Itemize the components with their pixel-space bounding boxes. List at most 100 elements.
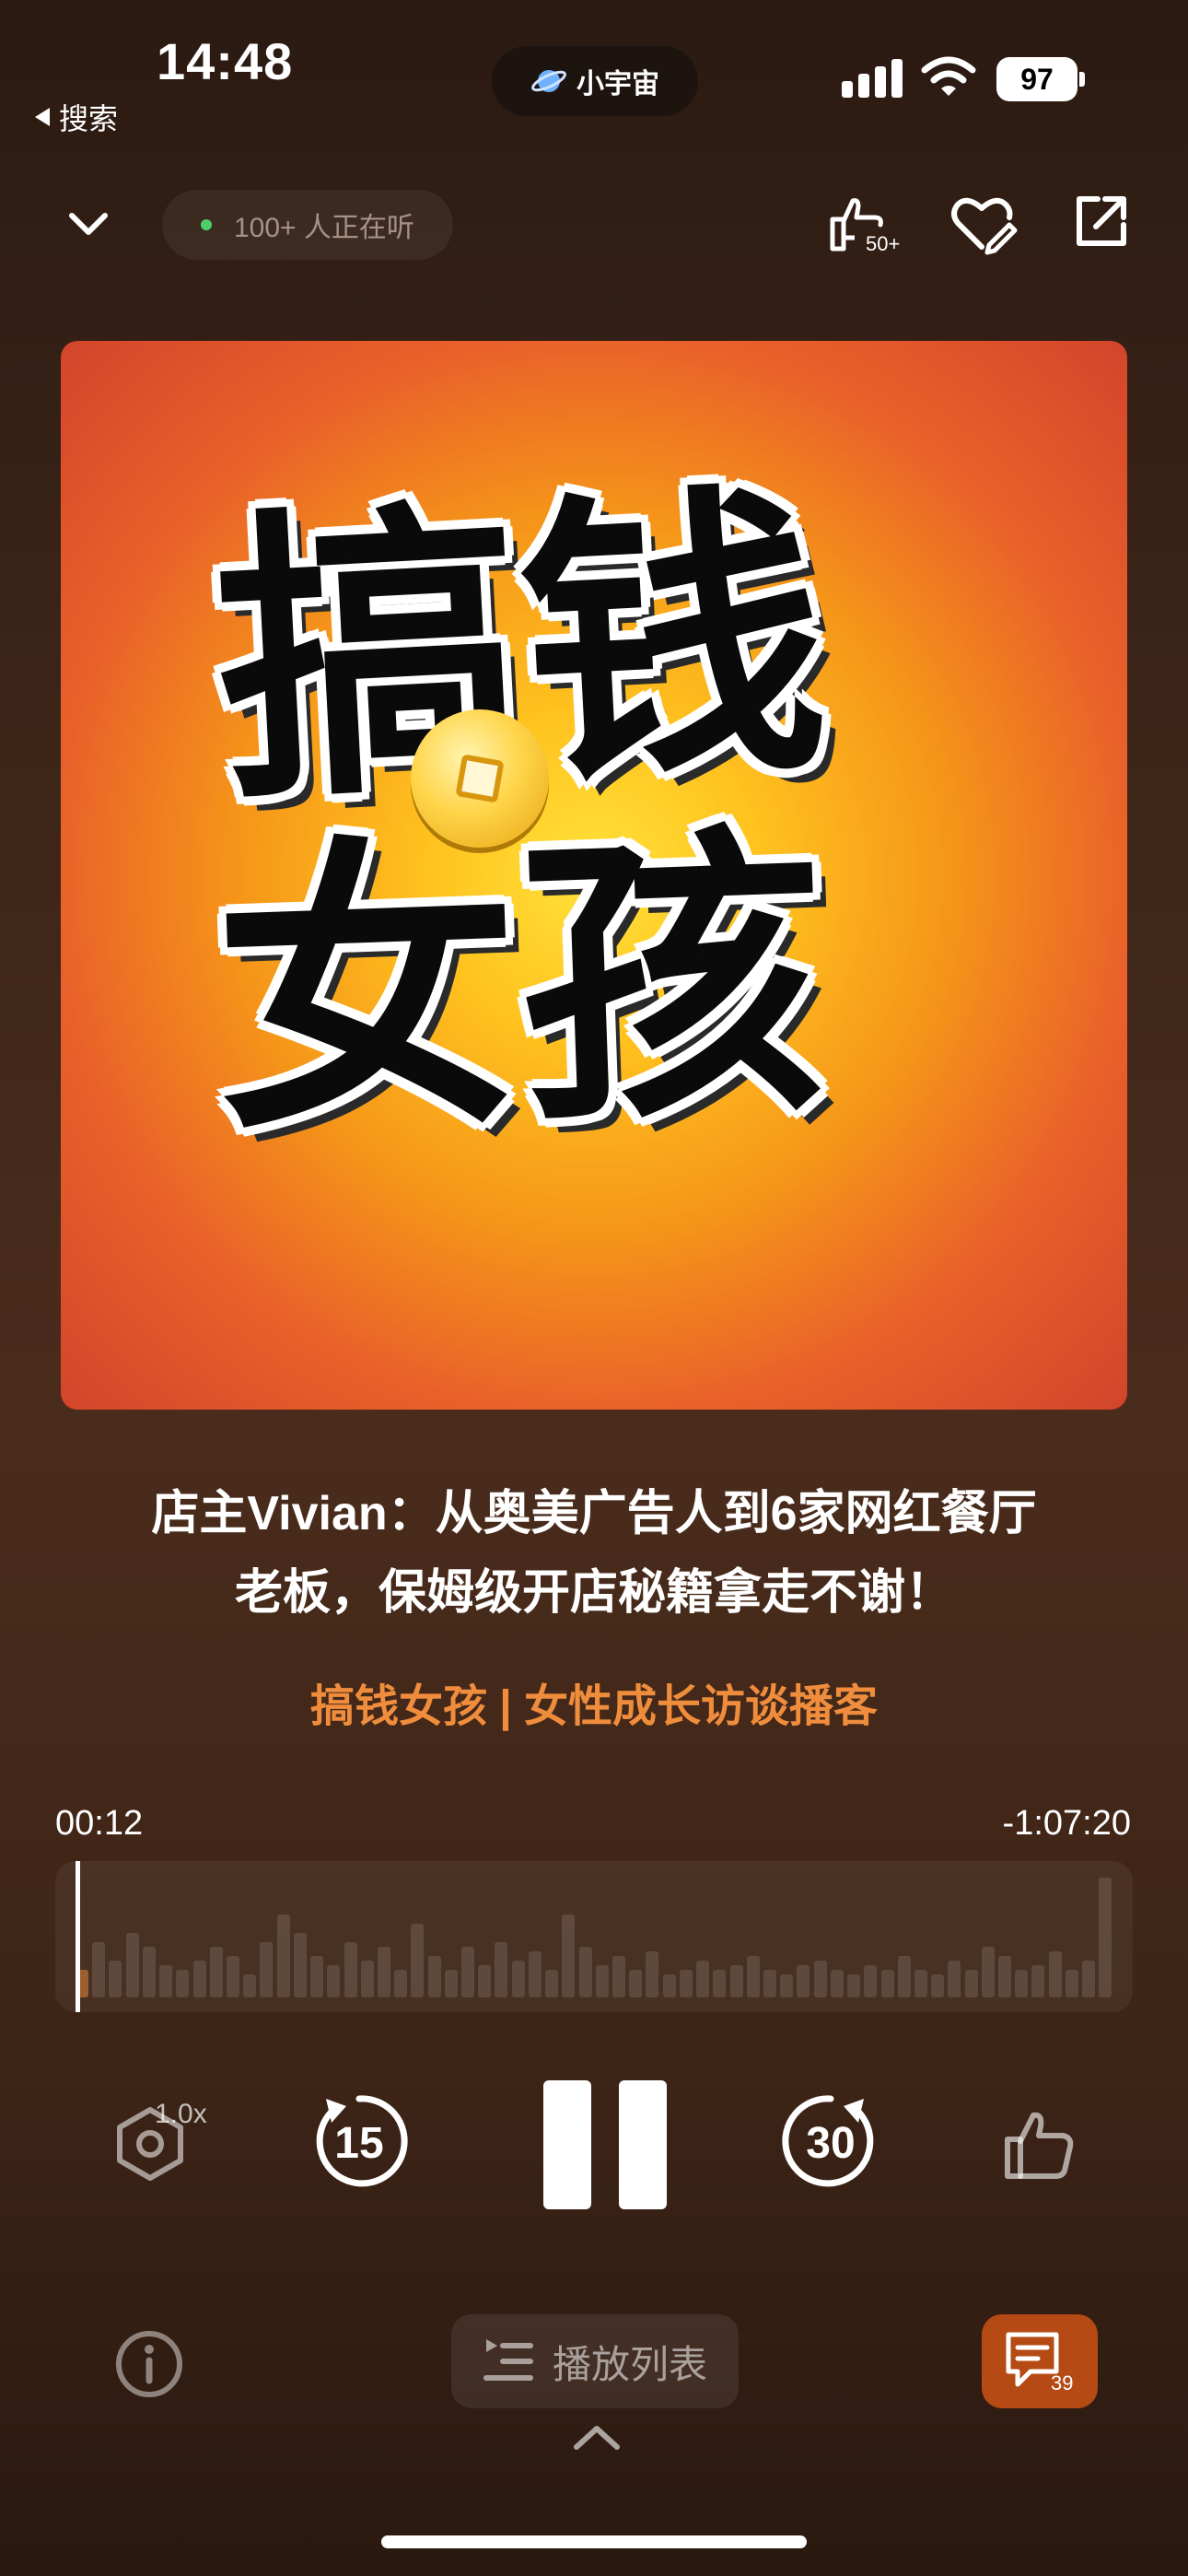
waveform-bar — [377, 1947, 390, 1997]
waveform-bar — [679, 1970, 693, 1997]
waveform-bar — [595, 1965, 609, 1997]
cover-title-line2: 女孩 — [209, 804, 830, 1166]
waveform-bar — [528, 1951, 542, 1997]
app-pill[interactable]: 小宇宙 — [492, 46, 698, 116]
expand-up-chevron-icon[interactable] — [571, 2421, 623, 2454]
waveform-bar — [662, 1974, 676, 1997]
app-pill-label: 小宇宙 — [577, 69, 659, 100]
home-indicator[interactable] — [381, 2535, 807, 2548]
waveform-bar — [1031, 1965, 1045, 1997]
like-thumb-icon[interactable] — [1000, 2106, 1077, 2184]
waveform-bar — [109, 1961, 122, 1997]
podcast-name-link[interactable]: 搞钱女孩 | 女性成长访谈播客 — [0, 1669, 1188, 1734]
cellular-signal-icon — [842, 59, 903, 98]
waveform-bar — [696, 1961, 710, 1997]
comment-count: 39 — [1051, 2371, 1073, 2394]
forward-30-button[interactable]: 30 — [775, 2086, 886, 2196]
waveform-bar — [260, 1942, 274, 1997]
rewind-seconds: 15 — [334, 2119, 383, 2168]
waveform-bar — [411, 1924, 425, 1997]
waveform-bar — [763, 1970, 776, 1997]
playhead[interactable] — [76, 1861, 80, 2012]
waveform-bar — [897, 1956, 911, 1997]
playlist-button[interactable]: 播放列表 — [451, 2314, 739, 2408]
pause-button[interactable] — [543, 2080, 667, 2209]
waveform-bar — [713, 1970, 727, 1997]
elapsed-time: 00:12 — [55, 1804, 144, 1843]
pause-bar-left — [543, 2080, 591, 2209]
battery-tip — [1079, 72, 1085, 87]
waveform-bar — [1065, 1970, 1078, 1997]
live-dot — [201, 219, 212, 230]
waveform-bar — [344, 1942, 357, 1997]
waveform-bar — [461, 1947, 475, 1997]
waveform-bar — [1015, 1970, 1029, 1997]
waveform-bar — [797, 1965, 810, 1997]
waveform-bar — [864, 1965, 878, 1997]
waveform-bar — [427, 1956, 441, 1997]
pause-bar-right — [619, 2080, 667, 2209]
back-label: 搜索 — [59, 102, 119, 135]
planet-icon — [531, 70, 566, 92]
gold-coin-icon — [411, 709, 549, 848]
listeners-text: 100+ 人正在听 — [234, 213, 414, 243]
waveform-bar — [209, 1947, 223, 1997]
episode-title-line2: 老板，保姆级开店秘籍拿走不谢！ — [234, 1566, 953, 1620]
waveform-bar — [612, 1956, 625, 1997]
waveform-bar — [948, 1961, 961, 1997]
waveform-bar — [310, 1956, 324, 1997]
waveform-bar — [276, 1914, 290, 1997]
waveform-bar — [511, 1961, 525, 1997]
info-icon[interactable] — [114, 2329, 184, 2399]
waveform-scrubber[interactable] — [55, 1861, 1133, 2012]
waveform-bar — [931, 1974, 945, 1997]
waveform-bar — [914, 1970, 927, 1997]
waveform-bar — [880, 1970, 894, 1997]
rewind-15-button[interactable]: 15 — [304, 2086, 414, 2196]
waveform-bar — [142, 1947, 156, 1997]
waveform-bar — [1048, 1951, 1062, 1997]
waveform-bar — [746, 1956, 760, 1997]
waveform-bar — [813, 1961, 827, 1997]
waveform-bar — [92, 1942, 106, 1997]
playlist-label: 播放列表 — [552, 2342, 707, 2386]
waveform-bar — [176, 1970, 190, 1997]
waveform-bar — [646, 1951, 659, 1997]
waveform-bar — [847, 1974, 861, 1997]
share-icon[interactable] — [1072, 192, 1131, 251]
episode-title-line1: 店主Vivian：从奥美广告人到6家网红餐厅 — [151, 1487, 1037, 1540]
waveform-bar — [830, 1970, 844, 1997]
waveform-bar — [360, 1961, 374, 1997]
waveform-bar — [1082, 1961, 1096, 1997]
back-triangle-icon — [35, 108, 50, 126]
waveform-bar — [562, 1914, 576, 1997]
waveform-bar — [578, 1947, 592, 1997]
waveform-bar — [981, 1947, 995, 1997]
waveform-bar — [394, 1970, 408, 1997]
status-time: 14:48 — [157, 32, 294, 90]
waveform-bar — [327, 1965, 341, 1997]
waveform-bar — [478, 1965, 492, 1997]
waveform-bar — [729, 1965, 743, 1997]
remaining-time: -1:07:20 — [1002, 1804, 1131, 1843]
waveform-bar — [444, 1970, 458, 1997]
waveform-bar — [125, 1933, 139, 1997]
back-to-search[interactable]: 搜索 — [33, 96, 118, 138]
waveform-bar — [495, 1942, 508, 1997]
collapse-chevron-icon[interactable] — [64, 201, 112, 249]
playback-speed-label: 1.0x — [155, 2099, 207, 2129]
listeners-pill: 100+ 人正在听 — [162, 190, 453, 260]
forward-seconds: 30 — [806, 2119, 855, 2168]
favorite-edit-icon[interactable] — [949, 192, 1019, 256]
waveform-bar — [159, 1965, 173, 1997]
playlist-icon — [483, 2339, 533, 2381]
waveform-bar — [243, 1974, 257, 1997]
battery-indicator: 97 — [996, 57, 1077, 101]
waveform-bar — [780, 1974, 794, 1997]
waveform-bar — [1099, 1878, 1112, 1997]
waveform-bar — [998, 1956, 1012, 1997]
podcast-cover-art: 搞钱 女孩 — [61, 341, 1127, 1410]
waveform-bar — [545, 1970, 559, 1997]
waveform-bar — [226, 1956, 239, 1997]
comments-button[interactable]: 39 — [982, 2314, 1098, 2408]
